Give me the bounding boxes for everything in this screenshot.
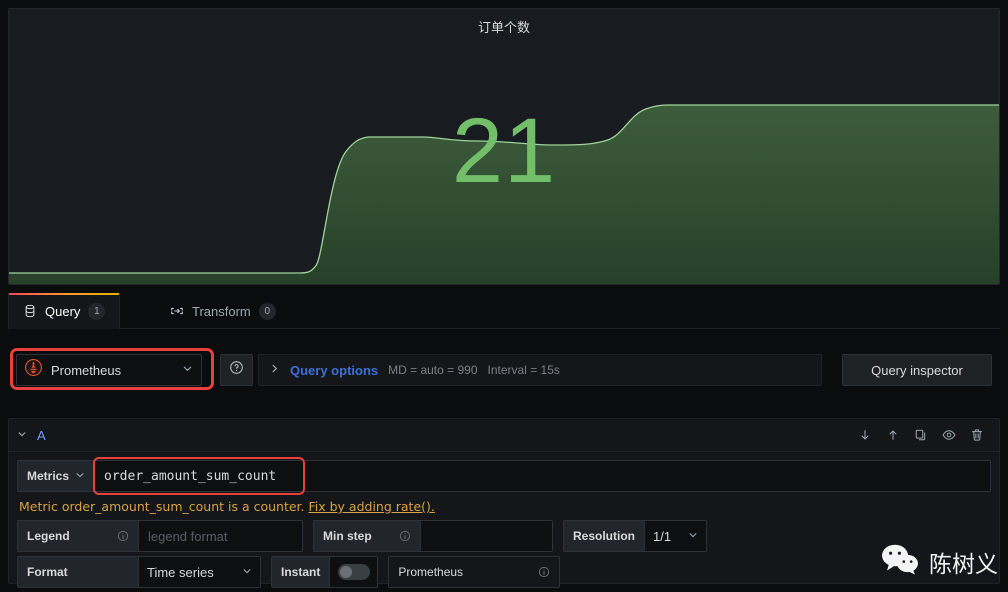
stat-panel-body: 21: [9, 43, 999, 284]
resolution-label-text: Resolution: [573, 529, 635, 543]
query-editor-card: A Metrics order_amount_sum_count Metric …: [8, 418, 1000, 588]
query-row-header: A: [9, 419, 999, 452]
tab-query-label: Query: [45, 303, 81, 319]
datasource-name: Prometheus: [51, 362, 122, 378]
min-step-label-text: Min step: [323, 529, 372, 543]
format-row: Format Time series Instant Prometheus: [17, 556, 991, 588]
metrics-label: Metrics: [27, 469, 70, 483]
panel-title: 订单个数: [477, 20, 530, 36]
remove-query-icon[interactable]: [963, 423, 991, 447]
chevron-right-icon[interactable]: [269, 363, 280, 377]
interval-text: Interval = 15s: [487, 363, 560, 377]
format-value: Time series: [147, 564, 214, 580]
editor-tab-bar: Query 1 Transform 0: [8, 293, 1000, 329]
chevron-down-icon: [75, 469, 85, 483]
metrics-dropdown[interactable]: Metrics: [17, 460, 96, 492]
hide-response-icon[interactable]: [935, 423, 963, 447]
question-circle-icon: [229, 360, 244, 380]
query-inspector-button[interactable]: Query inspector: [842, 354, 992, 386]
instant-label-text: Instant: [281, 565, 321, 579]
grafana-panel-edit-screen: 订单个数 21 Query 1 Transform 0 Prometheus Q…: [0, 0, 1008, 592]
chevron-down-icon: [182, 361, 193, 379]
legend-row: Legend legend format Min step Resolution…: [17, 520, 991, 552]
resolution-value: 1/1: [653, 528, 672, 544]
fix-by-adding-rate-link[interactable]: Fix by adding rate().: [309, 499, 435, 514]
resolution-dropdown[interactable]: 1/1: [645, 520, 707, 552]
watermark-text: 陈树义: [929, 551, 998, 578]
stat-value: 21: [451, 100, 557, 202]
legend-format-input[interactable]: legend format: [139, 520, 303, 552]
chevron-down-icon[interactable]: [17, 429, 27, 442]
format-label-text: Format: [27, 565, 68, 579]
resolution-label: Resolution: [563, 520, 645, 552]
tab-transform-badge: 0: [258, 302, 276, 320]
legend-label: Legend: [17, 520, 139, 552]
exemplars-label: Prometheus: [398, 565, 464, 579]
query-options-label[interactable]: Query options: [290, 363, 378, 378]
counter-warning: Metric order_amount_sum_count is a count…: [19, 499, 991, 514]
metrics-row: Metrics order_amount_sum_count: [17, 457, 991, 495]
tab-transform[interactable]: Transform 0: [156, 293, 290, 329]
prometheus-icon: [25, 359, 42, 381]
query-options-bar[interactable]: Query options MD = auto = 990 Interval =…: [258, 354, 822, 386]
format-dropdown[interactable]: Time series: [139, 556, 261, 588]
datasource-help-button[interactable]: [220, 354, 253, 386]
datasource-picker[interactable]: Prometheus: [16, 354, 202, 386]
transform-icon: [170, 304, 184, 318]
query-editor-body: Metrics order_amount_sum_count Metric or…: [9, 452, 999, 588]
toggle-knob: [339, 566, 352, 578]
format-label: Format: [17, 556, 139, 588]
counter-warning-text: Metric order_amount_sum_count is a count…: [19, 499, 305, 514]
datasource-row: Prometheus Query options MD = auto = 990…: [8, 348, 1000, 390]
metric-input-wrapper: order_amount_sum_count: [93, 457, 991, 495]
move-up-icon[interactable]: [879, 423, 907, 447]
min-step-label: Min step: [313, 520, 421, 552]
max-data-points-text: MD = auto = 990: [388, 363, 478, 377]
watermark: 陈树义: [881, 543, 998, 580]
query-ref-id[interactable]: A: [37, 428, 46, 443]
panel-preview: 订单个数 21: [8, 8, 1000, 285]
toggle-track: [337, 564, 370, 580]
metric-input[interactable]: order_amount_sum_count: [95, 460, 991, 492]
info-circle-icon[interactable]: [538, 566, 550, 578]
duplicate-icon[interactable]: [907, 423, 935, 447]
tab-query[interactable]: Query 1: [8, 293, 121, 329]
tab-query-badge: 1: [88, 302, 106, 320]
legend-label-text: Legend: [27, 529, 70, 543]
wechat-icon: [881, 543, 921, 580]
tab-transform-label: Transform: [192, 303, 251, 319]
info-circle-icon[interactable]: [399, 530, 411, 542]
move-down-icon[interactable]: [851, 423, 879, 447]
exemplars-field[interactable]: Prometheus: [388, 556, 561, 588]
info-circle-icon[interactable]: [117, 530, 129, 542]
min-step-input[interactable]: [421, 520, 553, 552]
database-icon: [23, 304, 37, 318]
instant-toggle[interactable]: [330, 556, 379, 588]
chevron-down-icon: [688, 530, 698, 543]
instant-label: Instant: [271, 556, 331, 588]
chevron-down-icon: [242, 566, 252, 579]
